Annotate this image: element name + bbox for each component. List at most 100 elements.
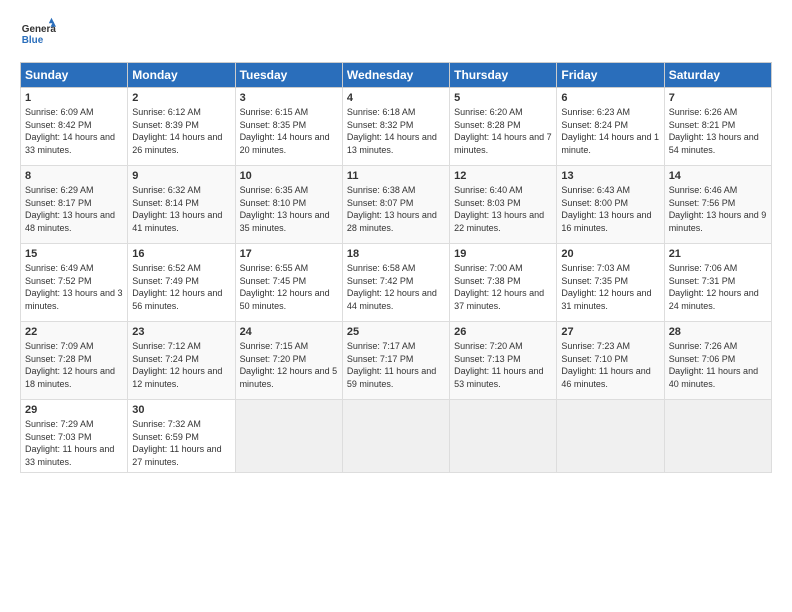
header: General Blue [20,16,772,52]
day-number: 26 [454,326,552,338]
day-cell-22: 22 Sunrise: 7:09 AMSunset: 7:28 PMDaylig… [21,322,128,400]
day-info: Sunrise: 6:18 AMSunset: 8:32 PMDaylight:… [347,107,437,155]
day-number: 5 [454,92,552,104]
day-info: Sunrise: 7:23 AMSunset: 7:10 PMDaylight:… [561,341,650,389]
day-number: 4 [347,92,445,104]
day-info: Sunrise: 6:52 AMSunset: 7:49 PMDaylight:… [132,263,222,311]
logo-icon: General Blue [20,16,56,52]
day-number: 11 [347,170,445,182]
day-cell-30: 30 Sunrise: 7:32 AMSunset: 6:59 PMDaylig… [128,400,235,473]
day-number: 24 [240,326,338,338]
logo: General Blue [20,16,56,52]
day-cell-14: 14 Sunrise: 6:46 AMSunset: 7:56 PMDaylig… [664,166,771,244]
day-info: Sunrise: 6:29 AMSunset: 8:17 PMDaylight:… [25,185,115,233]
day-cell-8: 8 Sunrise: 6:29 AMSunset: 8:17 PMDayligh… [21,166,128,244]
day-cell-25: 25 Sunrise: 7:17 AMSunset: 7:17 PMDaylig… [342,322,449,400]
weekday-monday: Monday [128,63,235,88]
day-cell-19: 19 Sunrise: 7:00 AMSunset: 7:38 PMDaylig… [450,244,557,322]
day-cell-20: 20 Sunrise: 7:03 AMSunset: 7:35 PMDaylig… [557,244,664,322]
day-number: 20 [561,248,659,260]
empty-cell [557,400,664,473]
calendar: SundayMondayTuesdayWednesdayThursdayFrid… [20,62,772,473]
day-cell-21: 21 Sunrise: 7:06 AMSunset: 7:31 PMDaylig… [664,244,771,322]
day-number: 29 [25,404,123,416]
day-cell-9: 9 Sunrise: 6:32 AMSunset: 8:14 PMDayligh… [128,166,235,244]
day-number: 3 [240,92,338,104]
day-cell-2: 2 Sunrise: 6:12 AMSunset: 8:39 PMDayligh… [128,88,235,166]
day-cell-18: 18 Sunrise: 6:58 AMSunset: 7:42 PMDaylig… [342,244,449,322]
day-number: 15 [25,248,123,260]
day-cell-7: 7 Sunrise: 6:26 AMSunset: 8:21 PMDayligh… [664,88,771,166]
empty-cell [450,400,557,473]
day-info: Sunrise: 6:49 AMSunset: 7:52 PMDaylight:… [25,263,123,311]
weekday-tuesday: Tuesday [235,63,342,88]
day-info: Sunrise: 7:15 AMSunset: 7:20 PMDaylight:… [240,341,338,389]
day-number: 8 [25,170,123,182]
day-info: Sunrise: 7:26 AMSunset: 7:06 PMDaylight:… [669,341,758,389]
day-info: Sunrise: 7:32 AMSunset: 6:59 PMDaylight:… [132,419,221,467]
day-info: Sunrise: 6:09 AMSunset: 8:42 PMDaylight:… [25,107,115,155]
day-cell-16: 16 Sunrise: 6:52 AMSunset: 7:49 PMDaylig… [128,244,235,322]
day-cell-26: 26 Sunrise: 7:20 AMSunset: 7:13 PMDaylig… [450,322,557,400]
day-number: 2 [132,92,230,104]
day-number: 21 [669,248,767,260]
day-cell-4: 4 Sunrise: 6:18 AMSunset: 8:32 PMDayligh… [342,88,449,166]
week-row-3: 15 Sunrise: 6:49 AMSunset: 7:52 PMDaylig… [21,244,772,322]
day-info: Sunrise: 7:17 AMSunset: 7:17 PMDaylight:… [347,341,436,389]
weekday-friday: Friday [557,63,664,88]
day-number: 1 [25,92,123,104]
day-info: Sunrise: 7:09 AMSunset: 7:28 PMDaylight:… [25,341,115,389]
day-number: 25 [347,326,445,338]
day-number: 22 [25,326,123,338]
day-info: Sunrise: 6:43 AMSunset: 8:00 PMDaylight:… [561,185,651,233]
day-info: Sunrise: 6:15 AMSunset: 8:35 PMDaylight:… [240,107,330,155]
day-number: 18 [347,248,445,260]
day-number: 17 [240,248,338,260]
empty-cell [664,400,771,473]
day-info: Sunrise: 7:00 AMSunset: 7:38 PMDaylight:… [454,263,544,311]
day-info: Sunrise: 7:03 AMSunset: 7:35 PMDaylight:… [561,263,651,311]
day-info: Sunrise: 7:12 AMSunset: 7:24 PMDaylight:… [132,341,222,389]
weekday-thursday: Thursday [450,63,557,88]
day-info: Sunrise: 6:55 AMSunset: 7:45 PMDaylight:… [240,263,330,311]
svg-text:General: General [22,24,56,35]
day-cell-24: 24 Sunrise: 7:15 AMSunset: 7:20 PMDaylig… [235,322,342,400]
day-number: 9 [132,170,230,182]
empty-cell [342,400,449,473]
weekday-saturday: Saturday [664,63,771,88]
day-number: 30 [132,404,230,416]
day-number: 27 [561,326,659,338]
week-row-5: 29 Sunrise: 7:29 AMSunset: 7:03 PMDaylig… [21,400,772,473]
day-info: Sunrise: 6:23 AMSunset: 8:24 PMDaylight:… [561,107,659,155]
day-info: Sunrise: 7:06 AMSunset: 7:31 PMDaylight:… [669,263,759,311]
day-info: Sunrise: 6:46 AMSunset: 7:56 PMDaylight:… [669,185,767,233]
day-number: 12 [454,170,552,182]
day-number: 16 [132,248,230,260]
svg-text:Blue: Blue [22,35,44,46]
day-cell-12: 12 Sunrise: 6:40 AMSunset: 8:03 PMDaylig… [450,166,557,244]
day-cell-17: 17 Sunrise: 6:55 AMSunset: 7:45 PMDaylig… [235,244,342,322]
day-cell-13: 13 Sunrise: 6:43 AMSunset: 8:00 PMDaylig… [557,166,664,244]
day-info: Sunrise: 6:26 AMSunset: 8:21 PMDaylight:… [669,107,759,155]
weekday-header-row: SundayMondayTuesdayWednesdayThursdayFrid… [21,63,772,88]
day-info: Sunrise: 6:32 AMSunset: 8:14 PMDaylight:… [132,185,222,233]
day-number: 7 [669,92,767,104]
weekday-sunday: Sunday [21,63,128,88]
day-cell-1: 1 Sunrise: 6:09 AMSunset: 8:42 PMDayligh… [21,88,128,166]
day-info: Sunrise: 6:12 AMSunset: 8:39 PMDaylight:… [132,107,222,155]
day-number: 19 [454,248,552,260]
day-info: Sunrise: 6:58 AMSunset: 7:42 PMDaylight:… [347,263,437,311]
week-row-1: 1 Sunrise: 6:09 AMSunset: 8:42 PMDayligh… [21,88,772,166]
day-cell-11: 11 Sunrise: 6:38 AMSunset: 8:07 PMDaylig… [342,166,449,244]
day-number: 23 [132,326,230,338]
day-cell-6: 6 Sunrise: 6:23 AMSunset: 8:24 PMDayligh… [557,88,664,166]
weekday-wednesday: Wednesday [342,63,449,88]
day-number: 10 [240,170,338,182]
day-number: 6 [561,92,659,104]
day-cell-23: 23 Sunrise: 7:12 AMSunset: 7:24 PMDaylig… [128,322,235,400]
day-info: Sunrise: 7:29 AMSunset: 7:03 PMDaylight:… [25,419,114,467]
day-number: 13 [561,170,659,182]
day-cell-3: 3 Sunrise: 6:15 AMSunset: 8:35 PMDayligh… [235,88,342,166]
week-row-2: 8 Sunrise: 6:29 AMSunset: 8:17 PMDayligh… [21,166,772,244]
day-cell-28: 28 Sunrise: 7:26 AMSunset: 7:06 PMDaylig… [664,322,771,400]
